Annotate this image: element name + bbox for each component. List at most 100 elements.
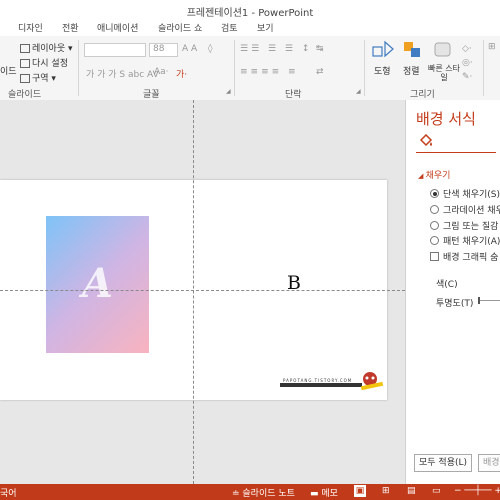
radio-picture-fill[interactable]: 그림 또는 질감: [430, 219, 498, 232]
font-group-label: 글꼴: [143, 90, 160, 100]
font-name-box[interactable]: [84, 43, 146, 57]
slides-group-label: 슬라이드: [8, 90, 42, 100]
radio-icon: [430, 205, 439, 214]
watermark-logo-icon: [360, 372, 384, 390]
language-status[interactable]: 국어: [0, 486, 17, 499]
tab-slideshow[interactable]: 슬라이드 쇼: [158, 21, 202, 34]
shapes-button[interactable]: 도형: [370, 40, 396, 86]
arrange-icon: [404, 42, 420, 57]
radio-pattern-fill[interactable]: 패턴 채우기(A): [430, 234, 500, 247]
status-bar: 국어 ≐ 슬라이드 노트 ▬ 메모 ▣ ⊞ ▤ ▭ − ──┼── +: [0, 484, 500, 500]
quick-styles-icon: [434, 42, 451, 57]
tab-design[interactable]: 디자인: [18, 21, 43, 34]
list-buttons-icon[interactable]: ☰☰ ☰ ☰ ↕: [240, 44, 312, 54]
paragraph-dialog-launcher-icon[interactable]: ◢: [356, 88, 361, 95]
quick-styles-button[interactable]: 빠른 스타일: [428, 40, 460, 86]
ribbon-separator: [364, 40, 365, 96]
transparency-label: 투명도(T): [436, 299, 474, 309]
drawing-group-label: 그리기: [410, 90, 435, 100]
tab-view[interactable]: 보기: [257, 21, 274, 34]
tab-review[interactable]: 검토: [221, 21, 238, 34]
paragraph-group-label: 단락: [285, 90, 302, 100]
notes-icon: ≐: [232, 489, 243, 499]
radio-label: 패턴 채우기(A): [443, 237, 500, 247]
fill-section-label: 채우기: [425, 171, 451, 181]
notes-button[interactable]: ≐ 슬라이드 노트: [232, 486, 295, 499]
radio-icon: [430, 221, 439, 230]
color-label: 색(C): [436, 280, 458, 290]
normal-view-icon[interactable]: ▣: [354, 485, 366, 497]
radio-icon: [430, 236, 439, 245]
vertical-guide[interactable]: [193, 100, 194, 484]
clear-format-icon[interactable]: ◊: [208, 44, 212, 54]
smartart-icon[interactable]: ⇄: [316, 67, 324, 77]
slideshow-view-icon[interactable]: ▭: [432, 486, 441, 496]
radio-label: 그라데이션 채우: [443, 206, 500, 216]
shapes-icon: [372, 40, 394, 58]
comments-button[interactable]: ▬ 메모: [310, 486, 338, 499]
reset-button[interactable]: 다시 설정: [20, 56, 68, 69]
checkbox-icon: [430, 252, 439, 261]
radio-gradient-fill[interactable]: 그라데이션 채우: [430, 203, 500, 216]
window-title: 프레젠테이션1 - PowerPoint: [186, 8, 314, 19]
transparency-slider[interactable]: [478, 297, 500, 304]
section-icon: [20, 74, 30, 83]
font-color-icon[interactable]: 가·: [176, 67, 187, 80]
layout-button[interactable]: 레이아웃 ▾: [20, 41, 73, 54]
radio-icon: [430, 189, 439, 198]
watermark-text: PAPOTANG.TISTORY.COM: [283, 378, 353, 383]
section-label: 구역: [32, 74, 49, 84]
radio-label: 그림 또는 질감: [443, 222, 499, 232]
slide-canvas: A B PAPOTANG.TISTORY.COM: [0, 100, 405, 484]
ribbon-separator: [234, 40, 235, 96]
fill-section-toggle[interactable]: ◢ 채우기: [418, 168, 450, 181]
reset-icon: [20, 59, 30, 68]
horizontal-guide[interactable]: [0, 290, 405, 291]
quick-styles-label: 빠른 스타일: [428, 64, 460, 82]
radio-solid-fill[interactable]: 단색 채우기(S): [430, 187, 500, 200]
layout-label: 레이아웃: [32, 44, 66, 54]
new-slide-button-partial[interactable]: 이드: [0, 64, 17, 77]
watermark-strip: [280, 383, 362, 387]
ribbon-tabs: 디자인 전환 애니메이션 슬라이드 쇼 검토 보기: [0, 18, 500, 36]
script-letter-a: A: [81, 260, 114, 307]
tab-transitions[interactable]: 전환: [62, 21, 79, 34]
collapse-triangle-icon: ◢: [418, 172, 426, 180]
grow-font-icon[interactable]: A A: [182, 44, 197, 54]
ribbon-separator: [483, 40, 484, 96]
font-style-buttons[interactable]: 가 가 가 S abc AV: [86, 67, 159, 80]
apply-to-all-button[interactable]: 모두 적용(L): [414, 454, 473, 472]
case-icon[interactable]: Aa·: [154, 67, 169, 77]
hide-graphics-checkbox[interactable]: 배경 그래픽 숨: [430, 250, 498, 263]
ribbon-separator: [78, 40, 79, 96]
align-buttons-icon[interactable]: ≡≡≡≡ ≡: [240, 67, 299, 77]
section-button[interactable]: 구역 ▾: [20, 71, 56, 84]
font-size-value: 88: [153, 44, 165, 54]
editing-icon[interactable]: ⊞: [488, 42, 496, 52]
reset-label: 다시 설정: [32, 59, 68, 69]
arrange-button[interactable]: 정렬: [400, 40, 426, 86]
comments-label: 메모: [321, 489, 338, 499]
pane-title: 배경 서식: [416, 110, 476, 128]
font-dialog-launcher-icon[interactable]: ◢: [226, 88, 231, 95]
comments-icon: ▬: [310, 489, 322, 499]
format-background-pane: 배경 서식 ◢ 채우기 단색 채우기(S) 그라데이션 채우 그림 또는 질감 …: [405, 100, 500, 484]
fill-bucket-icon[interactable]: [418, 134, 434, 148]
arrange-label: 정렬: [403, 67, 420, 77]
reading-view-icon[interactable]: ▤: [407, 486, 416, 496]
radio-label: 단색 채우기(S): [443, 190, 500, 200]
shapes-label: 도형: [374, 67, 391, 77]
slider-thumb[interactable]: [478, 297, 480, 304]
reset-background-button[interactable]: 배경: [478, 454, 500, 472]
layout-icon: [20, 44, 30, 53]
notes-label: 슬라이드 노트: [242, 489, 295, 499]
sorter-view-icon[interactable]: ⊞: [382, 486, 390, 496]
hide-graphics-label: 배경 그래픽 숨: [443, 253, 499, 263]
ribbon: 이드 레이아웃 ▾ 다시 설정 구역 ▾ 슬라이드 88 A A ◊ 가 가 가…: [0, 36, 500, 101]
tab-animations[interactable]: 애니메이션: [97, 21, 138, 34]
shape-fill-outline-icons[interactable]: ◇· ◎· ✎·: [462, 42, 473, 84]
zoom-slider[interactable]: − ──┼── +: [454, 486, 500, 496]
text-direction-icon[interactable]: ↹: [316, 44, 324, 54]
gradient-image[interactable]: A: [46, 216, 149, 353]
font-size-box[interactable]: 88: [149, 43, 178, 57]
